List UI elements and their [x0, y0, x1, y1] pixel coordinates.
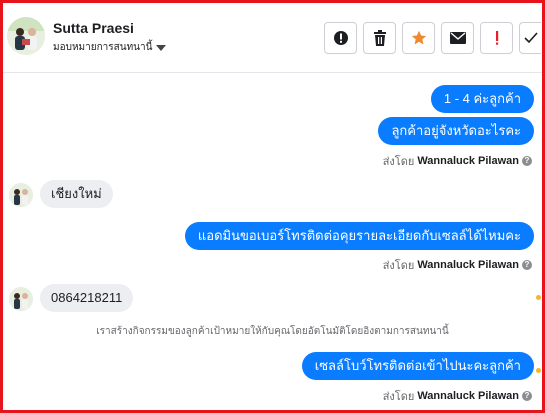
assign-conversation-dropdown[interactable]: มอบหมายการสนทนานี้ — [53, 40, 167, 55]
outgoing-message[interactable]: แอดมินขอเบอร์โทรติดต่อคุยรายละเอียดกับเซ… — [184, 222, 534, 250]
done-button[interactable] — [519, 22, 541, 54]
trash-icon — [373, 30, 386, 46]
help-icon[interactable]: ? — [522, 391, 532, 401]
exclamation-icon — [495, 31, 498, 45]
outgoing-message[interactable]: เซลล์โบว์โทรติดต่อเข้าไปนะคะลูกค้า — [301, 352, 534, 380]
mark-unread-button[interactable] — [441, 22, 474, 54]
star-icon — [411, 30, 426, 45]
sent-by-prefix: ส่งโดย — [382, 391, 415, 403]
chevron-down-icon — [156, 45, 167, 51]
star-button[interactable] — [402, 22, 435, 54]
outgoing-message[interactable]: 1 - 4 ค่ะลูกค้า — [430, 85, 534, 113]
system-activity-note: เราสร้างกิจกรรมของลูกค้าเป้าหมายให้กับคุ… — [96, 326, 449, 337]
sent-by-prefix: ส่งโดย — [382, 260, 415, 272]
sent-by-line: ส่งโดย Wannaluck Pilawan ? — [383, 387, 532, 405]
incoming-message[interactable]: เชียงใหม่ — [40, 180, 113, 208]
contact-avatar-small[interactable] — [9, 287, 33, 311]
sent-by-agent[interactable]: Wannaluck Pilawan — [417, 155, 519, 167]
contact-avatar-small[interactable] — [9, 183, 33, 207]
reaction-dot — [536, 295, 541, 300]
sent-by-prefix: ส่งโดย — [382, 156, 415, 168]
assign-label: มอบหมายการสนทนานี้ — [53, 42, 153, 53]
sent-by-agent[interactable]: Wannaluck Pilawan — [417, 259, 519, 271]
alert-circle-icon — [333, 31, 348, 45]
envelope-icon — [449, 32, 466, 44]
sent-by-line: ส่งโดย Wannaluck Pilawan ? — [383, 152, 532, 170]
contact-avatar[interactable] — [7, 17, 45, 55]
outgoing-message[interactable]: ลูกค้าอยู่จังหวัดอะไรคะ — [378, 117, 534, 145]
conversation-toolbar — [324, 22, 541, 54]
check-icon — [523, 32, 538, 44]
sent-by-line: ส่งโดย Wannaluck Pilawan ? — [383, 256, 532, 274]
conversation-header: Sutta Praesi มอบหมายการสนทนานี้ — [3, 3, 542, 73]
contact-name[interactable]: Sutta Praesi — [53, 20, 134, 36]
delete-button[interactable] — [363, 22, 396, 54]
follow-up-button[interactable] — [480, 22, 513, 54]
sent-by-agent[interactable]: Wannaluck Pilawan — [417, 390, 519, 402]
reaction-dot — [536, 368, 541, 373]
incoming-message[interactable]: 0864218211 — [40, 284, 134, 312]
help-icon[interactable]: ? — [522, 260, 532, 270]
help-icon[interactable]: ? — [522, 156, 532, 166]
spam-alert-button[interactable] — [324, 22, 357, 54]
